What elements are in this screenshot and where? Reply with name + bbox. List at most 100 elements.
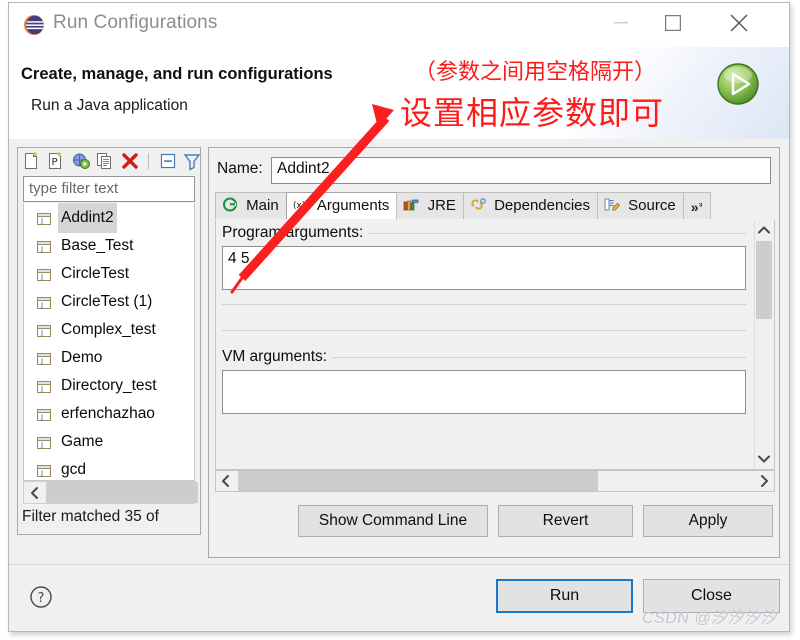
tab-dependencies[interactable]: Dependencies [462, 192, 598, 219]
maximize-icon[interactable] [649, 3, 697, 43]
tree-item-label: gcd [61, 461, 86, 478]
java-app-icon: J [36, 293, 52, 309]
new-launch-configuration-icon[interactable] [22, 151, 42, 172]
show-command-line-button[interactable]: Show Command Line [298, 505, 488, 537]
svg-text:J: J [40, 357, 43, 365]
group-divider [328, 357, 746, 358]
svg-text:J: J [40, 217, 43, 225]
group-divider [356, 233, 746, 234]
java-app-icon: J [36, 321, 52, 337]
tree-item-demo[interactable]: J Demo [24, 343, 194, 371]
name-label: Name: [217, 160, 263, 177]
java-app-icon: J [36, 237, 52, 253]
scroll-thumb[interactable] [46, 482, 198, 503]
arguments-tab-icon: (x)= [293, 195, 313, 211]
java-app-icon: J [36, 209, 52, 225]
page-subtitle: Run a Java application [31, 97, 188, 114]
configurations-panel: P type filter text J Addint2 J Base_Test… [17, 147, 216, 535]
eclipse-icon [23, 14, 45, 36]
tree-item-label: Demo [61, 349, 103, 366]
tree-item-circletest-1[interactable]: J CircleTest (1) [24, 287, 194, 315]
toolbar-separator [148, 153, 150, 169]
filter-icon[interactable] [182, 151, 202, 172]
tree-horizontal-scrollbar[interactable] [23, 481, 198, 504]
java-app-icon: J [36, 433, 52, 449]
run-button[interactable]: Run [496, 579, 633, 613]
arguments-vertical-scrollbar[interactable] [754, 221, 773, 468]
tab-label: Dependencies [494, 197, 590, 214]
scroll-right-icon[interactable] [755, 472, 773, 490]
tab-label: Source [628, 197, 676, 214]
green-run-icon [715, 61, 761, 107]
vm-arguments-input[interactable] [222, 370, 746, 414]
source-tab-icon [604, 195, 621, 211]
new-prototype-icon[interactable]: P [46, 151, 66, 172]
search-input[interactable]: type filter text [23, 176, 195, 202]
vm-arguments-label: VM arguments: [222, 348, 333, 366]
tree-item-label: Game [61, 433, 104, 450]
svg-text:J: J [40, 413, 43, 421]
tab-arguments[interactable]: (x)= Arguments [285, 192, 398, 219]
duplicate-icon[interactable] [95, 151, 115, 172]
arguments-horizontal-scrollbar[interactable] [215, 470, 775, 492]
tab-label: Arguments [316, 197, 390, 214]
tree-item-label: Complex_test [61, 321, 156, 338]
scroll-left-icon[interactable] [26, 484, 44, 502]
new-configuration-from-icon[interactable] [71, 151, 91, 172]
svg-text:P: P [52, 157, 58, 168]
search-placeholder: type filter text [29, 180, 119, 197]
tree-item-label: Directory_test [61, 377, 157, 394]
filter-status-text: Filter matched 35 of [22, 508, 159, 525]
revert-button[interactable]: Revert [498, 505, 633, 537]
jre-tab-icon [403, 195, 420, 211]
svg-text:J: J [40, 245, 43, 253]
tree-item-addint2[interactable]: J Addint2 [24, 203, 194, 233]
tree-item-circletest[interactable]: J CircleTest [24, 259, 194, 287]
window-titlebar: Run Configurations [9, 3, 789, 47]
minimize-icon[interactable] [597, 3, 645, 43]
configurations-tree[interactable]: J Addint2 J Base_Test J CircleTest J Cir… [23, 203, 195, 481]
annotation-note-2: 设置相应参数即可 [400, 94, 665, 132]
tab-overflow-button[interactable]: »₃ [682, 192, 711, 219]
scroll-thumb[interactable] [238, 471, 598, 491]
tree-item-complex-test[interactable]: J Complex_test [24, 315, 194, 343]
tab-main[interactable]: Main [215, 192, 287, 219]
window-title: Run Configurations [53, 12, 218, 33]
name-row: Name: Addint2 [217, 157, 773, 185]
tree-item-gcd[interactable]: J gcd [24, 455, 194, 480]
scroll-up-icon[interactable] [755, 221, 773, 239]
scroll-down-icon[interactable] [755, 450, 773, 468]
tree-item-label: Base_Test [61, 237, 134, 254]
tree-item-directory-test[interactable]: J Directory_test [24, 371, 194, 399]
main-tab-icon [222, 195, 239, 212]
tree-item-erfenchazhao[interactable]: J erfenchazhao [24, 399, 194, 427]
name-input[interactable]: Addint2 [271, 157, 771, 184]
program-arguments-input[interactable]: 4 5 [222, 246, 746, 290]
tree-item-base-test[interactable]: J Base_Test [24, 231, 194, 259]
svg-text:J: J [40, 469, 43, 477]
java-app-icon: J [36, 377, 52, 393]
tree-item-label: CircleTest [61, 265, 130, 282]
program-arguments-label: Program arguments: [222, 224, 369, 242]
close-icon[interactable] [715, 3, 763, 43]
tab-label: Main [246, 197, 279, 214]
svg-text:J: J [40, 385, 43, 393]
tab-overflow-label: » [690, 199, 699, 215]
tree-item-game[interactable]: J Game [24, 427, 194, 455]
collapse-all-icon[interactable] [158, 151, 178, 172]
annotation-note-1: （参数之间用空格隔开） [414, 60, 657, 85]
tab-source[interactable]: Source [597, 192, 684, 219]
group-divider [222, 304, 746, 305]
delete-icon[interactable] [120, 151, 140, 172]
scroll-left-icon[interactable] [217, 472, 235, 490]
tab-jre[interactable]: JRE [396, 192, 464, 219]
program-arguments-value: 4 5 [228, 250, 250, 267]
page-title: Create, manage, and run configurations [21, 65, 333, 83]
tree-item-label: Addint2 [58, 203, 117, 233]
java-app-icon: J [36, 349, 52, 365]
scroll-thumb[interactable] [756, 241, 772, 319]
help-icon[interactable]: ? [29, 585, 53, 609]
svg-text:J: J [40, 441, 43, 449]
arguments-tab-content: Program arguments: 4 5 VM arguments: [215, 220, 775, 470]
apply-button[interactable]: Apply [643, 505, 773, 537]
